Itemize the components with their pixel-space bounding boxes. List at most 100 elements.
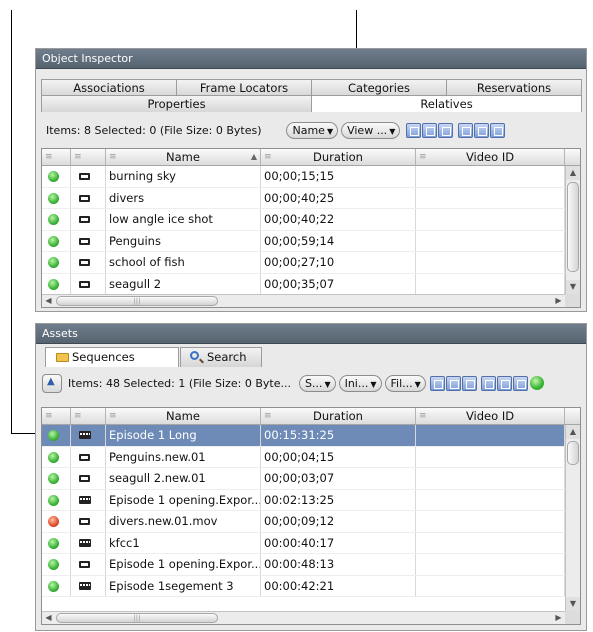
list-view-icon[interactable]	[429, 375, 445, 391]
table-row[interactable]: Episode 1 opening.Expor... 00:00:48:13	[42, 554, 580, 576]
sort-name-dropdown-label: Name	[292, 123, 325, 137]
chevron-down-icon: ▼	[370, 379, 377, 389]
column-header-video-id[interactable]: ≡ Video ID	[416, 149, 565, 165]
sequence-icon	[79, 495, 91, 504]
table-row[interactable]: Penguins.new.01 00;00;04;15	[42, 446, 580, 468]
view-dropdown[interactable]: View ... ▼	[341, 121, 401, 139]
name-cell: divers	[106, 187, 261, 208]
tab-properties[interactable]: Properties	[41, 95, 312, 112]
small-frame-icon[interactable]	[480, 375, 496, 391]
large-frame-icon[interactable]	[490, 122, 506, 138]
tab-sequences[interactable]: Sequences	[45, 347, 179, 367]
table-row[interactable]: divers 00;00;40;25	[42, 187, 580, 209]
column-header-name[interactable]: ≡ Name	[106, 408, 261, 424]
scroll-right-icon[interactable]: ▶	[552, 295, 565, 307]
scrollbar-thumb[interactable]	[567, 182, 579, 272]
horizontal-scrollbar[interactable]: ◀ ||| ▶	[42, 294, 565, 307]
name-cell: seagull 2	[106, 273, 261, 294]
medium-frame-icon[interactable]	[474, 122, 490, 138]
scrollbar-thumb[interactable]: |||	[56, 613, 218, 623]
column-header-video-id[interactable]: ≡ Video ID	[416, 408, 565, 424]
table-row[interactable]: Penguins 00;00;59;14	[42, 230, 580, 252]
sequence-icon	[79, 581, 91, 590]
initial-dropdown-label: Ini...	[344, 376, 369, 390]
scroll-right-icon[interactable]: ▶	[552, 612, 565, 624]
table-row[interactable]: burning sky 00;00;15;15	[42, 166, 580, 188]
initial-dropdown[interactable]: Ini... ▼	[338, 374, 382, 392]
status-cell	[42, 575, 71, 596]
tab-associations[interactable]: Associations	[41, 79, 177, 96]
status-green-icon	[48, 192, 59, 204]
column-header-duration-label: Duration	[313, 150, 363, 164]
object-inspector-toolbar: Items: 8 Selected: 0 (File Size: 0 Bytes…	[36, 117, 586, 143]
name-cell: Episode 1 Long	[106, 425, 261, 446]
horizontal-scrollbar[interactable]: ◀ ||| ▶	[42, 611, 565, 624]
video-id-cell	[416, 187, 565, 208]
thumbnail-view-icon[interactable]	[461, 375, 477, 391]
column-header-type[interactable]: ≡	[71, 408, 106, 424]
status-cell	[42, 252, 71, 273]
scrollbar-thumb[interactable]: |||	[56, 296, 218, 306]
video-id-cell	[416, 209, 565, 230]
table-row[interactable]: seagull 2.new.01 00;00;03;07	[42, 468, 580, 490]
scroll-left-icon[interactable]: ◀	[42, 295, 55, 307]
scroll-down-icon[interactable]: ▼	[566, 280, 580, 294]
type-cell	[71, 468, 106, 489]
tab-frame-locators[interactable]: Frame Locators	[176, 79, 312, 96]
table-row[interactable]: Episode 1 opening.Expor... 00:02:13:25	[42, 489, 580, 511]
sequence-icon	[79, 538, 91, 547]
detail-view-icon[interactable]	[422, 122, 438, 138]
large-frame-icon[interactable]	[512, 375, 528, 391]
column-header-status[interactable]: ≡	[42, 149, 71, 165]
table-row[interactable]: school of fish 00;00;27;10	[42, 252, 580, 274]
table-row[interactable]: Episode 1segement 3 00:00:42:21	[42, 575, 580, 597]
table-row[interactable]: Episode 1 Long 00:15:31:25	[42, 425, 580, 447]
scroll-up-icon[interactable]: ▲	[566, 425, 580, 439]
column-header-name[interactable]: ≡ Name ▲	[106, 149, 261, 165]
table-header: ≡ ≡ ≡ Name ≡ Duration ≡ Video ID	[42, 408, 580, 425]
sort-name-dropdown[interactable]: Name ▼	[286, 121, 339, 139]
sort-dropdown-label: S...	[304, 376, 323, 390]
medium-frame-icon[interactable]	[496, 375, 512, 391]
vertical-scrollbar[interactable]: ▲ ▼	[565, 166, 580, 294]
filter-dropdown[interactable]: Fil... ▼	[384, 374, 426, 392]
small-frame-icon[interactable]	[458, 122, 474, 138]
name-cell: Penguins.new.01	[106, 446, 261, 467]
detail-view-icon[interactable]	[445, 375, 461, 391]
table-row[interactable]: seagull 2 00;00;35;07	[42, 273, 580, 295]
column-header-duration-label: Duration	[313, 409, 363, 423]
table-row[interactable]: kfcc1 00:00:40:17	[42, 532, 580, 554]
clip-icon	[79, 561, 90, 568]
tab-reservations[interactable]: Reservations	[446, 79, 582, 96]
vertical-scrollbar[interactable]: ▲ ▼	[565, 425, 580, 611]
clip-icon	[79, 237, 90, 245]
sort-dropdown[interactable]: S... ▼	[298, 374, 336, 392]
items-count-text: Items: 48 Selected: 1 (File Size: 0 Byte…	[68, 376, 291, 390]
view-dropdown-label: View ...	[347, 123, 388, 137]
column-header-status[interactable]: ≡	[42, 408, 71, 424]
tab-search[interactable]: Search	[180, 347, 262, 367]
column-header-duration[interactable]: ≡ Duration	[261, 408, 416, 424]
scroll-up-icon[interactable]: ▲	[566, 166, 580, 180]
scroll-down-icon[interactable]: ▼	[566, 597, 580, 611]
status-orb-icon[interactable]	[529, 376, 544, 390]
name-cell: seagull 2.new.01	[106, 468, 261, 489]
tab-relatives[interactable]: Relatives	[311, 95, 582, 112]
column-header-duration[interactable]: ≡ Duration	[261, 149, 416, 165]
thumbnail-view-icon[interactable]	[438, 122, 454, 138]
column-header-type[interactable]: ≡	[71, 149, 106, 165]
video-id-cell	[416, 511, 565, 532]
table-row[interactable]: divers.new.01.mov 00;00;09;12	[42, 511, 580, 533]
type-cell	[71, 554, 106, 575]
items-count-text: Items: 8 Selected: 0 (File Size: 0 Bytes…	[46, 123, 262, 137]
status-green-icon	[48, 214, 59, 225]
chevron-down-icon: ▼	[414, 379, 421, 389]
tab-categories[interactable]: Categories	[311, 79, 447, 96]
up-level-button[interactable]	[42, 373, 62, 393]
scrollbar-thumb[interactable]	[567, 441, 579, 465]
scroll-left-icon[interactable]: ◀	[42, 612, 55, 624]
list-view-icon[interactable]	[406, 122, 422, 138]
duration-cell: 00;00;40;22	[261, 209, 416, 230]
duration-cell: 00;00;04;15	[261, 446, 416, 467]
table-row[interactable]: low angle ice shot 00;00;40;22	[42, 209, 580, 231]
